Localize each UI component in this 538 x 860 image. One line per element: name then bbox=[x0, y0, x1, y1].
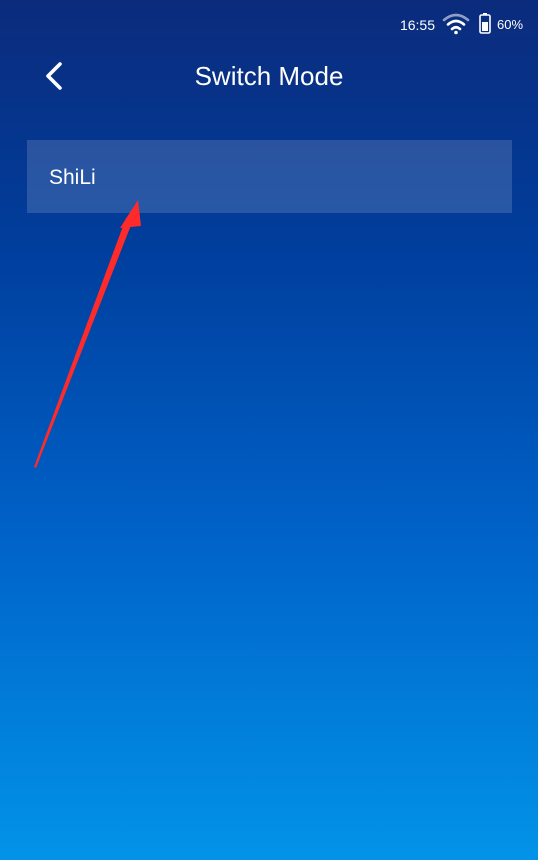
battery-percentage: 60% bbox=[497, 17, 524, 32]
wifi-icon bbox=[442, 13, 470, 35]
red-arrow-annotation bbox=[34, 200, 141, 468]
status-bar: 16:55 60% bbox=[0, 0, 538, 48]
switch-mode-screen: 16:55 60% Switch Mode ShiLi bbox=[0, 0, 538, 860]
battery-icon bbox=[479, 13, 491, 34]
status-time: 16:55 bbox=[399, 17, 435, 33]
mode-item-shili[interactable]: ShiLi bbox=[27, 140, 512, 213]
mode-list: ShiLi bbox=[27, 140, 512, 213]
page-title: Switch Mode bbox=[194, 61, 344, 91]
mode-item-label: ShiLi bbox=[49, 166, 96, 189]
